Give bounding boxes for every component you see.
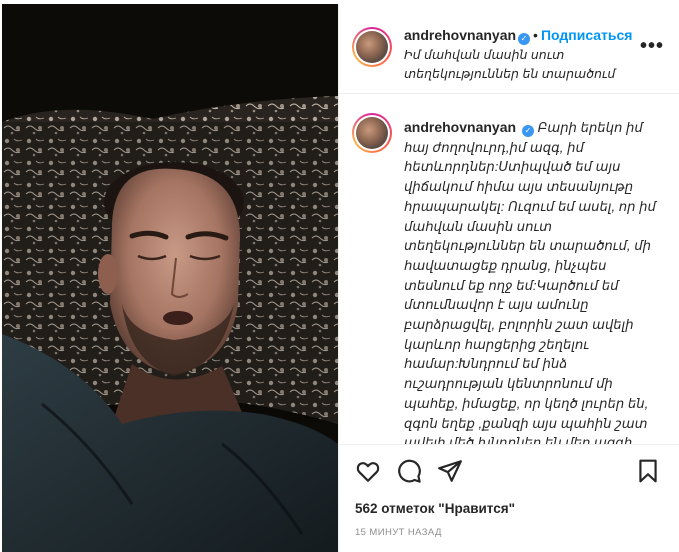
video-frame-illustration [2, 4, 338, 552]
follow-button[interactable]: Подписаться [541, 27, 633, 43]
instagram-post-window: andrehovnanyan ✓ • Подписаться Իմ մահվան մա… [0, 0, 679, 552]
caption-username[interactable]: andrehovnanyan [404, 119, 516, 135]
comments-section: andrehovnanyan ✓ Բարի երեկո իմ հայ ժողովո… [339, 95, 679, 445]
post-caption: andrehovnanyan ✓ Բարի երեկո իմ հայ ժողովո… [404, 118, 666, 445]
bookmark-icon[interactable] [635, 458, 661, 484]
post-details-panel: andrehovnanyan ✓ • Подписаться Իմ մահվան մա… [338, 4, 679, 552]
post-video[interactable] [2, 4, 338, 552]
post-location[interactable]: Իմ մահվան մասին սուտ տեղեկություններ են … [404, 46, 634, 84]
author-line: andrehovnanyan ✓ • Подписаться [404, 27, 632, 45]
verified-badge-icon: ✓ [518, 33, 531, 45]
more-options-icon[interactable]: ••• [640, 36, 664, 56]
comment-icon[interactable] [396, 458, 422, 484]
action-bar [339, 454, 679, 488]
author-avatar[interactable] [352, 27, 392, 67]
separator-dot: • [533, 27, 538, 43]
caption-author-avatar[interactable] [352, 113, 392, 153]
author-username[interactable]: andrehovnanyan [404, 27, 516, 43]
caption-text: Բարի երեկո իմ հայ ժողովուրդ,իմ ազգ, իմ հ… [404, 120, 656, 445]
post-header: andrehovnanyan ✓ • Подписаться Իմ մահվան մա… [339, 4, 679, 94]
verified-badge-icon: ✓ [522, 125, 535, 137]
heart-icon[interactable] [355, 458, 381, 484]
post-timestamp[interactable]: 15 минут назад [355, 527, 442, 538]
likes-count[interactable]: 562 отметок "Нравится" [355, 501, 515, 516]
paper-plane-icon[interactable] [437, 458, 463, 484]
